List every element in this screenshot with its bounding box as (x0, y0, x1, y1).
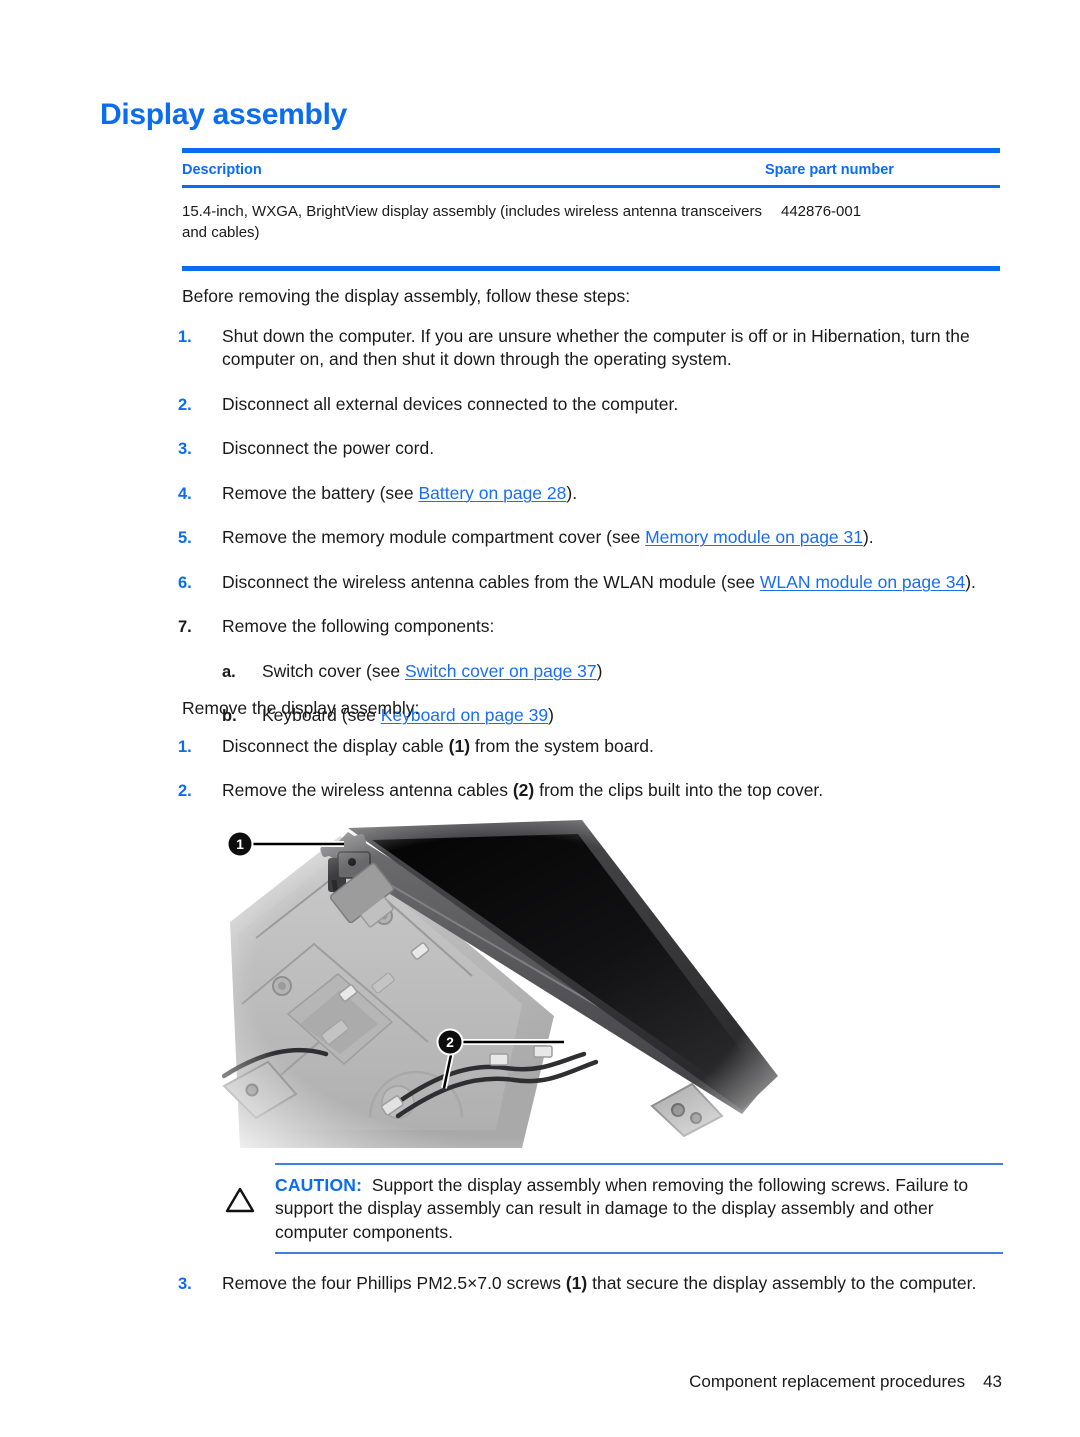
list-marker: 5. (178, 529, 192, 548)
removal-intro-paragraph: Remove the display assembly: (182, 698, 420, 718)
list-item: 5. Remove the memory module compartment … (178, 526, 1002, 549)
footer-label: Component replacement procedures (689, 1372, 966, 1391)
list-marker: 1. (178, 328, 192, 346)
text-prefix: Disconnect the wireless antenna cables f… (222, 571, 760, 592)
text-suffix: from the clips built into the top cover. (534, 780, 824, 801)
preparation-steps-list: 1. Shut down the computer. If you are un… (178, 325, 1002, 748)
text-suffix: ) (596, 660, 603, 681)
list-item-text: Switch cover (see Switch cover on page 3… (262, 660, 1002, 683)
text-prefix: Remove the memory module compartment cov… (222, 527, 646, 548)
list-item-text: Shut down the computer. If you are unsur… (222, 326, 970, 370)
cross-reference-link-memory-module[interactable]: Memory module on page 31 (645, 527, 863, 547)
svg-text:2: 2 (446, 1034, 454, 1050)
text-prefix: Remove the wireless antenna cables (222, 780, 513, 801)
list-item-text: Remove the following components: (222, 616, 495, 637)
text-suffix: ). (566, 482, 578, 503)
list-item-text: Disconnect the display cable (1) from th… (222, 735, 1002, 758)
list-item-text: Remove the wireless antenna cables (2) f… (222, 779, 1002, 802)
footer-page-number: 43 (983, 1372, 1002, 1391)
cross-reference-link-battery[interactable]: Battery on page 28 (418, 483, 566, 503)
list-marker: 3. (178, 1275, 192, 1293)
cell-description: 15.4-inch, WXGA, BrightView display asse… (182, 203, 762, 242)
list-item: 4. Remove the battery (see Battery on pa… (178, 482, 1002, 505)
table-bottom-rule (182, 265, 1000, 271)
list-marker: 1. (178, 738, 192, 756)
text-prefix: Remove the battery (see (222, 482, 419, 503)
callout-reference: (1) (565, 1273, 588, 1293)
list-marker: a. (222, 662, 236, 681)
column-header-description: Description (182, 162, 262, 178)
laptop-display-assembly-photo: 1 2 (222, 818, 782, 1156)
cross-reference-link-switch-cover[interactable]: Switch cover on page 37 (405, 661, 597, 681)
list-marker: 6. (178, 573, 192, 592)
table-row: 15.4-inch, WXGA, BrightView display asse… (182, 188, 1000, 266)
spare-part-table: Description Spare part number 15.4-inch,… (182, 148, 1000, 271)
list-item-text: Remove the four Phillips PM2.5×7.0 screw… (222, 1272, 1002, 1295)
list-marker: 2. (178, 395, 192, 414)
list-item: a. Switch cover (see Switch cover on pag… (222, 660, 1002, 683)
list-marker: 7. (178, 618, 192, 637)
list-item: 3. Remove the four Phillips PM2.5×7.0 sc… (178, 1272, 1002, 1295)
list-item-text: Remove the memory module compartment cov… (222, 526, 1002, 549)
caution-label: CAUTION: (275, 1175, 363, 1195)
intro-paragraph: Before removing the display assembly, fo… (182, 286, 631, 306)
caution-triangle-icon (225, 1174, 275, 1218)
text-prefix: Disconnect the display cable (222, 736, 449, 756)
text-suffix: from the system board. (470, 736, 654, 756)
callout-reference: (2) (512, 780, 535, 801)
text-suffix: ). (862, 527, 874, 548)
list-item: 2. Remove the wireless antenna cables (2… (178, 779, 1002, 802)
list-item: 2. Disconnect all external devices conne… (178, 393, 1002, 416)
document-page: Display assembly Description Spare part … (0, 0, 1080, 1437)
cell-spare-part-number: 442876-001 (781, 203, 862, 220)
page-title: Display assembly (100, 98, 348, 131)
svg-text:1: 1 (236, 836, 244, 852)
caution-bottom-rule (275, 1251, 1003, 1254)
list-marker: 3. (178, 440, 192, 459)
list-marker: 2. (178, 782, 192, 801)
list-item-text: Disconnect the power cord. (222, 438, 435, 459)
list-item: 1. Disconnect the display cable (1) from… (178, 735, 1002, 758)
list-item-text: Disconnect all external devices connecte… (222, 393, 679, 414)
list-item: 6. Disconnect the wireless antenna cable… (178, 571, 1002, 594)
list-item-text: Remove the battery (see Battery on page … (222, 482, 1002, 505)
text-prefix: Switch cover (see (262, 660, 405, 681)
caution-body: Support the display assembly when removi… (275, 1175, 969, 1242)
cross-reference-link-wlan-module[interactable]: WLAN module on page 34 (760, 572, 965, 592)
table-header-row: Description Spare part number (182, 153, 1000, 185)
list-item: 7. Remove the following components: (178, 615, 1002, 638)
list-marker: 4. (178, 484, 192, 503)
list-item-text: Disconnect the wireless antenna cables f… (222, 571, 1002, 594)
figure-display-assembly: 1 2 (222, 818, 782, 1156)
callout-reference: (1) (448, 736, 471, 756)
text-suffix: that secure the display assembly to the … (587, 1273, 977, 1293)
removal-steps-list: 1. Disconnect the display cable (1) from… (178, 735, 1002, 824)
page-footer: Component replacement procedures 43 (689, 1372, 1002, 1392)
column-header-spare-part-number: Spare part number (765, 162, 894, 178)
list-item: 1. Shut down the computer. If you are un… (178, 325, 1002, 372)
removal-final-step-list: 3. Remove the four Phillips PM2.5×7.0 sc… (178, 1272, 1002, 1295)
text-suffix: ). (965, 571, 976, 592)
list-item: 3. Disconnect the power cord. (178, 437, 1002, 460)
caution-text: CAUTION: Support the display assembly wh… (275, 1174, 1003, 1244)
caution-block: CAUTION: Support the display assembly wh… (225, 1163, 1003, 1254)
text-prefix: Remove the four Phillips PM2.5×7.0 screw… (222, 1273, 566, 1293)
